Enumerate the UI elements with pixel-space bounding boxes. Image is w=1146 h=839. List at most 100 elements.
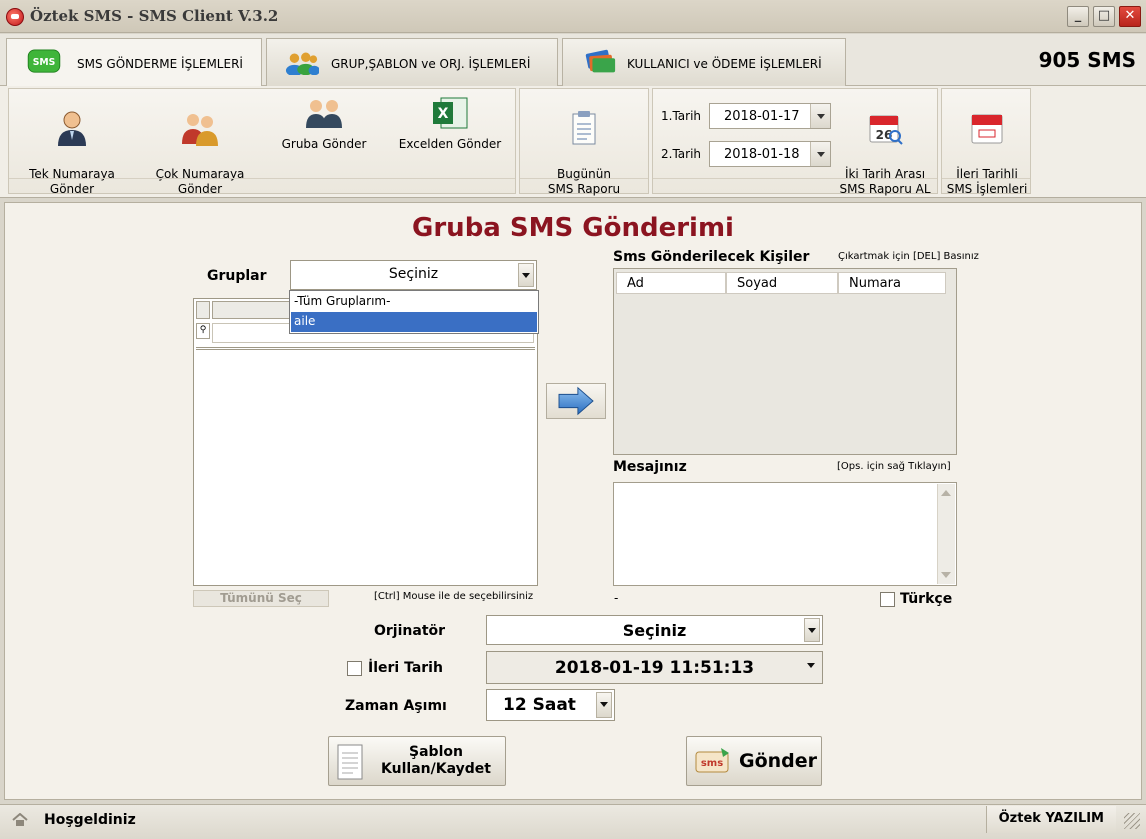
send-single-button[interactable]: Tek Numaraya Gönder (13, 95, 131, 196)
sms-balance: 905 SMS (1038, 48, 1136, 72)
groups-select-value: Seçiniz (388, 266, 439, 282)
person-icon (58, 111, 86, 146)
template-button[interactable]: Şablon Kullan/Kaydet (328, 736, 506, 786)
originator-select[interactable]: Seçiniz (486, 615, 823, 645)
sms-bubble-icon: SMS (27, 49, 61, 73)
range-report-button[interactable]: 26 İki Tarih Arası SMS Raporu AL (835, 95, 935, 196)
svg-text:X: X (438, 106, 449, 122)
turkish-checkbox[interactable] (880, 592, 895, 607)
filter-icon[interactable]: ⚲ (196, 323, 210, 339)
column-header-name[interactable]: Ad (616, 272, 726, 294)
future-date-label: İleri Tarih (368, 660, 443, 676)
send-excel-label: Excelden Gönder (398, 137, 502, 151)
home-icon (12, 813, 28, 826)
tab-user-payment-label: KULLANICI ve ÖDEME İŞLEMLERİ (627, 57, 822, 71)
send-excel-button[interactable]: X Excelden Gönder (391, 95, 509, 175)
recipients-table[interactable]: Ad Soyad Numara (613, 268, 957, 455)
send-single-label: Tek Numaraya Gönder (29, 167, 115, 196)
group-option-all[interactable]: -Tüm Gruplarım- (291, 292, 537, 312)
scroll-down-icon[interactable] (941, 572, 951, 578)
chevron-down-icon[interactable] (810, 104, 830, 128)
add-recipients-button[interactable] (546, 383, 606, 419)
sms-send-icon: sms (695, 748, 729, 773)
future-date-checkbox[interactable] (347, 661, 362, 676)
minimize-button[interactable]: _ (1067, 6, 1089, 27)
chevron-down-icon[interactable] (596, 692, 612, 718)
window-title: Öztek SMS - SMS Client V.3.2 (30, 7, 279, 25)
send-multi-label: Çok Numaraya Gönder (155, 167, 245, 196)
date1-picker[interactable]: 2018-01-17 (709, 103, 831, 129)
future-ops-group: İleri Tarihli SMS İşlemleri (941, 88, 1031, 196)
send-group-label: Gruba Gönder (281, 137, 367, 151)
group-people-icon (306, 100, 342, 128)
tab-user-payment[interactable]: KULLANICI ve ÖDEME İŞLEMLERİ (562, 38, 846, 86)
range-report-label: İki Tarih Arası SMS Raporu AL (839, 167, 931, 196)
group-option-family[interactable]: aile (291, 312, 537, 332)
message-hint: [Ops. için sağ Tıklayın] (837, 461, 951, 472)
close-button[interactable]: ✕ (1119, 6, 1141, 27)
ribbon-toolbar: Tek Numaraya Gönder Çok Numaraya Gönder … (0, 86, 1146, 198)
future-date-value: 2018-01-19 11:51:13 (554, 658, 755, 678)
originator-value: Seçiniz (622, 621, 687, 640)
today-report-label: Bugünün SMS Raporu (547, 167, 621, 196)
chevron-down-icon[interactable] (810, 142, 830, 166)
message-textarea[interactable] (613, 482, 957, 586)
scroll-up-icon[interactable] (941, 490, 951, 496)
app-logo-icon (6, 8, 24, 26)
status-bar: Hoşgeldiniz Öztek YAZILIM (0, 804, 1146, 839)
send-group-button[interactable]: Gruba Gönder (265, 95, 383, 175)
send-group: Tek Numaraya Gönder Çok Numaraya Gönder … (8, 88, 516, 196)
resize-grip-icon[interactable] (1124, 813, 1140, 829)
sms-send-icon-text: sms (701, 758, 723, 769)
date1-label: 1.Tarih (661, 109, 702, 123)
main-panel: Gruba SMS Gönderimi Gruplar Seçiniz ⚲ -T… (4, 202, 1142, 800)
timeout-select[interactable]: 12 Saat (486, 689, 615, 721)
message-label: Mesajınız (613, 459, 687, 475)
originator-label: Orjinatör (374, 623, 446, 639)
date2-value: 2018-01-18 (724, 147, 800, 162)
groups-dropdown-list: -Tüm Gruplarım- aile (289, 290, 539, 334)
chevron-down-icon[interactable] (804, 618, 820, 642)
chevron-down-icon[interactable] (804, 654, 820, 681)
today-report-group: Bugünün SMS Raporu (519, 88, 649, 196)
recipients-label: Sms Gönderilecek Kişiler (613, 249, 810, 265)
tab-groups[interactable]: GRUP,ŞABLON ve ORJ. İŞLEMLERİ (266, 38, 558, 86)
today-report-button[interactable]: Bugünün SMS Raporu (524, 95, 644, 196)
template-button-label: Şablon Kullan/Kaydet (381, 744, 491, 777)
timeout-value: 12 Saat (503, 695, 576, 715)
timeout-label: Zaman Aşımı (345, 698, 447, 714)
people-icon (182, 114, 218, 146)
date2-picker[interactable]: 2018-01-18 (709, 141, 831, 167)
select-all-button[interactable]: Tümünü Seç (193, 590, 329, 607)
send-multi-button[interactable]: Çok Numaraya Gönder (141, 95, 259, 196)
send-button-label: Gönder (739, 750, 818, 772)
maximize-button[interactable]: □ (1093, 6, 1115, 27)
ctrl-hint: [Ctrl] Mouse ile de seçebilirsiniz (374, 591, 534, 602)
groups-select[interactable]: Seçiniz (290, 260, 537, 290)
report-icon (572, 111, 596, 145)
chevron-down-icon[interactable] (518, 263, 534, 287)
calendar-search-icon: 26 (869, 115, 903, 145)
excel-icon: X (433, 97, 468, 129)
tab-sms-send-label: SMS GÖNDERME İŞLEMLERİ (77, 57, 243, 71)
title-bar: Öztek SMS - SMS Client V.3.2 _ □ ✕ (0, 0, 1146, 33)
future-date-picker[interactable]: 2018-01-19 11:51:13 (486, 651, 823, 684)
groups-label: Gruplar (207, 268, 267, 284)
page-title: Gruba SMS Gönderimi (412, 213, 734, 243)
remove-hint: Çıkartmak için [DEL] Basınız (838, 251, 979, 262)
document-icon (337, 744, 363, 780)
group-icon (285, 52, 319, 75)
turkish-label: Türkçe (900, 591, 953, 607)
future-ops-label: İleri Tarihli SMS İşlemleri (946, 167, 1028, 196)
grid-corner-cell (196, 301, 210, 319)
calendar-icon (971, 114, 1003, 144)
tab-sms-send[interactable]: SMS SMS GÖNDERME İŞLEMLERİ (6, 38, 262, 87)
future-ops-button[interactable]: İleri Tarihli SMS İşlemleri (944, 95, 1030, 196)
column-header-surname[interactable]: Soyad (726, 272, 838, 294)
column-header-number[interactable]: Numara (838, 272, 946, 294)
groups-grid[interactable]: ⚲ (193, 298, 538, 586)
company-name: Öztek YAZILIM (985, 806, 1116, 833)
date1-value: 2018-01-17 (724, 109, 800, 124)
message-scrollbar[interactable] (937, 484, 955, 584)
send-button[interactable]: sms Gönder (686, 736, 822, 786)
